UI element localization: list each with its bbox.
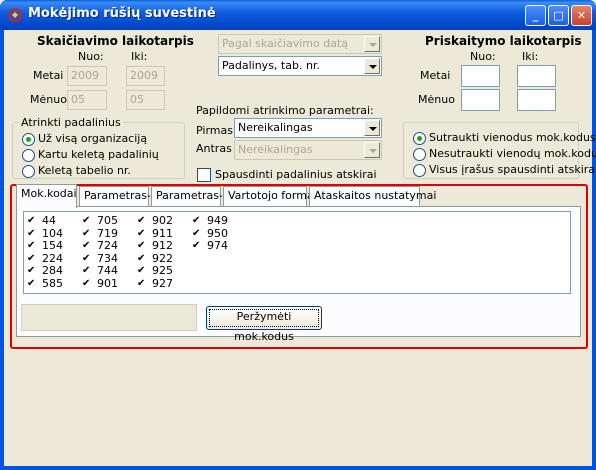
- code-item[interactable]: 705: [81, 215, 118, 228]
- code-item[interactable]: 901: [81, 278, 118, 291]
- calc-year-label: Metai: [33, 69, 64, 82]
- assign-period-heading: Priskaitymo laikotarpis: [425, 34, 582, 48]
- second-param-value: Nereikalingas: [238, 143, 313, 156]
- radio-print-all-separately[interactable]: Visus įrašus spausdinti atskirai: [413, 163, 596, 177]
- select-units-heading: Atrinkti padalinius: [19, 116, 123, 129]
- code-item[interactable]: 284: [26, 265, 63, 278]
- chevron-down-icon[interactable]: [364, 36, 380, 52]
- code-item[interactable]: 949: [191, 215, 228, 228]
- assign-year-from-field[interactable]: [461, 65, 500, 87]
- tab-parametras-2[interactable]: Parametras-2: [151, 186, 230, 206]
- tab-parametras-1[interactable]: Parametras-1: [79, 186, 158, 206]
- calc-from-label: Nuo:: [78, 50, 104, 63]
- first-param-value: Nereikalingas: [238, 121, 313, 134]
- radio-whole-org[interactable]: Už visą organizaciją: [22, 132, 147, 146]
- status-panel: [21, 304, 197, 331]
- window-bottom-border: [0, 466, 596, 470]
- assign-to-label: Iki:: [522, 50, 539, 63]
- title-bar[interactable]: Mokėjimo rūšių suvestinė _ □ ✕: [0, 0, 596, 30]
- close-button[interactable]: ✕: [571, 5, 592, 26]
- extra-params-heading: Papildomi atrinkimo parametrai:: [196, 104, 374, 117]
- calc-month-to-field[interactable]: 05: [126, 90, 165, 110]
- unit-select[interactable]: Padalinys, tab. nr.: [218, 56, 382, 76]
- calc-month-from-field[interactable]: 05: [67, 90, 107, 110]
- radio-merge-codes[interactable]: Sutraukti vienodus mok.kodus: [413, 131, 596, 145]
- app-icon: [8, 8, 22, 22]
- radio-several-tab-nr[interactable]: Keletą tabelio nr.: [22, 164, 131, 178]
- calc-year-from-field[interactable]: 2009: [67, 66, 107, 86]
- code-item[interactable]: 974: [191, 240, 228, 253]
- chevron-down-icon[interactable]: [364, 120, 380, 136]
- calc-year-to-field[interactable]: 2009: [126, 66, 165, 86]
- code-item[interactable]: 912: [136, 240, 173, 253]
- code-item[interactable]: 902: [136, 215, 173, 228]
- calc-month-label: Mėnuo: [30, 93, 67, 106]
- calc-to-label: Iki:: [131, 50, 148, 63]
- chevron-down-icon[interactable]: [364, 58, 380, 74]
- code-item[interactable]: 925: [136, 265, 173, 278]
- date-basis-value: Pagal skaičiavimo datą: [222, 37, 348, 50]
- code-item[interactable]: 44: [26, 215, 56, 228]
- code-item[interactable]: 154: [26, 240, 63, 253]
- maximize-button[interactable]: □: [548, 5, 569, 26]
- minimize-button[interactable]: _: [525, 5, 546, 26]
- chevron-down-icon[interactable]: [364, 142, 380, 158]
- second-param-select[interactable]: Nereikalingas: [234, 140, 382, 160]
- assign-from-label: Nuo:: [470, 50, 496, 63]
- window-title: Mokėjimo rūšių suvestinė: [28, 6, 216, 21]
- code-item[interactable]: 585: [26, 278, 63, 291]
- code-item[interactable]: 724: [81, 240, 118, 253]
- tab-vartotojo-forma[interactable]: Vartotojo forma: [223, 186, 314, 206]
- first-param-select[interactable]: Nereikalingas: [234, 118, 382, 138]
- radio-several-units[interactable]: Kartu keletą padalinių: [22, 148, 159, 162]
- code-item[interactable]: 744: [81, 265, 118, 278]
- date-basis-select[interactable]: Pagal skaičiavimo datą: [218, 34, 382, 54]
- tab-page-codes: 44 104 154 224 284 585 705 719 724 734 7…: [16, 206, 581, 343]
- first-param-label: Pirmas: [196, 124, 233, 137]
- assign-year-label: Metai: [420, 69, 451, 82]
- radio-no-merge-codes[interactable]: Nesutraukti vienodų mok.kodų: [413, 147, 596, 161]
- second-param-label: Antras: [196, 142, 232, 155]
- codes-checklist[interactable]: 44 104 154 224 284 585 705 719 724 734 7…: [23, 211, 571, 294]
- tab-mok-kodai[interactable]: Mok.kodai: [16, 184, 77, 208]
- print-units-checkbox[interactable]: Spausdinti padalinius atskirai: [197, 168, 377, 182]
- assign-month-from-field[interactable]: [461, 89, 500, 111]
- view-codes-button[interactable]: Peržymėti mok.kodus: [206, 306, 322, 343]
- assign-month-to-field[interactable]: [517, 89, 556, 111]
- tab-ataskaitos-nustatymai[interactable]: Ataskaitos nustatymai: [309, 186, 436, 206]
- assign-year-to-field[interactable]: [517, 65, 556, 87]
- assign-month-label: Mėnuo: [418, 93, 455, 106]
- unit-value: Padalinys, tab. nr.: [222, 59, 320, 72]
- code-item[interactable]: 927: [136, 278, 173, 291]
- calc-period-heading: Skaičiavimo laikotarpis: [37, 34, 194, 48]
